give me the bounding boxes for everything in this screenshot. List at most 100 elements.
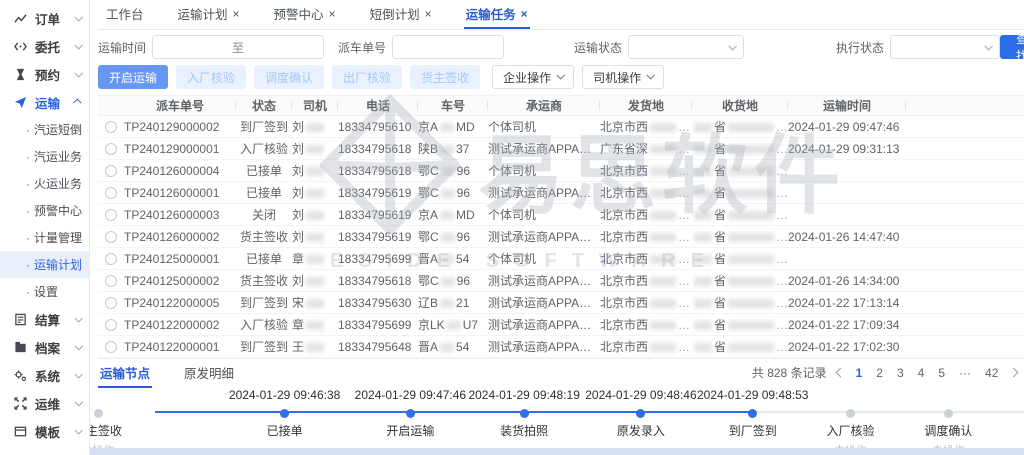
cell-origin: 北京市西	[600, 228, 692, 245]
page-number[interactable]: ···	[957, 366, 973, 380]
sidebar-item-orders[interactable]: 订单	[0, 4, 89, 32]
page-tab[interactable]: 运输任务 ×	[464, 0, 530, 29]
timeline-step: 出厂核验 未操作	[976, 388, 1024, 455]
row-radio[interactable]	[105, 209, 117, 221]
page-tab[interactable]: 短倒计划 ×	[368, 0, 434, 29]
sidebar-sub-item[interactable]: · 火运业务	[0, 170, 89, 197]
transport-status-select[interactable]	[628, 35, 744, 59]
sidebar-item-delegation[interactable]: 委托	[0, 32, 89, 60]
col-dispatch-no: 派车单号	[124, 97, 236, 114]
redacted-text	[650, 343, 676, 352]
sidebar-sub-item[interactable]: · 计量管理	[0, 224, 89, 251]
bullet-icon: ·	[26, 123, 30, 137]
redacted-text	[441, 233, 455, 242]
page-number[interactable]: 4	[916, 366, 927, 380]
sidebar-sub-item[interactable]: · 汽运业务	[0, 143, 89, 170]
sidebar-item-archives[interactable]: 档案	[0, 333, 89, 361]
bottom-tabs: 运输节点 原发明细	[98, 358, 266, 388]
redacted-text	[306, 167, 324, 176]
sidebar-item-system[interactable]: 系统	[0, 361, 89, 389]
chevron-down-icon	[74, 370, 82, 378]
step-dot	[280, 409, 289, 418]
sidebar-sub-item-label: 汽运业务	[34, 148, 82, 165]
close-icon[interactable]: ×	[425, 7, 432, 21]
tab-label: 运输任务	[466, 4, 516, 23]
app-root: 订单 委托 预约 运输 · 汽运短倒	[0, 0, 1024, 455]
light-action-button[interactable]: 入厂核验	[176, 65, 246, 89]
chevron-down-icon	[74, 41, 82, 49]
page-tab[interactable]: 运输计划 ×	[176, 0, 242, 29]
close-icon[interactable]: ×	[521, 7, 528, 21]
sidebar-item-reservation[interactable]: 预约	[0, 60, 89, 88]
light-action-button[interactable]: 货主签收	[410, 65, 480, 89]
dispatch-no-input[interactable]	[392, 35, 504, 59]
page-number[interactable]: 5	[936, 366, 947, 380]
redacted-text	[306, 123, 324, 132]
sidebar: 订单 委托 预约 运输 · 汽运短倒	[0, 0, 90, 455]
page-number[interactable]: 42	[983, 366, 1000, 380]
light-action-button[interactable]: 出厂核验	[332, 65, 402, 89]
prev-page-icon[interactable]	[835, 368, 845, 378]
start-transport-button[interactable]: 开启运输	[98, 65, 168, 89]
cell-origin: 北京市西	[600, 250, 692, 267]
row-radio[interactable]	[105, 165, 117, 177]
row-radio[interactable]	[105, 143, 117, 155]
redacted-text	[440, 123, 454, 132]
sidebar-item-label: 运维	[35, 394, 75, 413]
redacted-text	[728, 255, 774, 264]
light-action-button[interactable]: 调度确认	[254, 65, 324, 89]
cell-transport-time: 2024-01-22 17:09:34	[788, 318, 906, 332]
total-records: 共 828 条记录	[752, 364, 827, 381]
sidebar-item-transport[interactable]: 运输	[0, 88, 89, 116]
gears-icon	[13, 368, 27, 382]
col-driver: 司机	[292, 97, 338, 114]
bottom-tab[interactable]: 运输节点	[98, 358, 152, 388]
sidebar-item-settlement[interactable]: 结算	[0, 305, 89, 333]
cell-truck-no: 陕B37	[418, 140, 488, 157]
row-radio[interactable]	[105, 275, 117, 287]
exec-status-select[interactable]	[890, 35, 1000, 59]
sidebar-sub-item[interactable]: · 设置	[0, 278, 89, 305]
sidebar-sub-item[interactable]: · 运输计划	[0, 251, 89, 278]
row-radio[interactable]	[105, 341, 117, 353]
next-page-icon[interactable]	[1009, 368, 1019, 378]
row-radio[interactable]	[105, 297, 117, 309]
find-button[interactable]: 查找	[1000, 35, 1024, 59]
row-radio[interactable]	[105, 319, 117, 331]
cell-phone: 18334795699	[338, 252, 418, 266]
cell-destination: 省	[692, 184, 788, 201]
page-number[interactable]: 1	[854, 366, 865, 380]
sidebar-sub-item[interactable]: · 汽运短倒	[0, 116, 89, 143]
row-radio[interactable]	[105, 231, 117, 243]
calculator-icon	[13, 312, 27, 326]
cell-status: 货主签收	[236, 228, 292, 245]
page-number[interactable]: 2	[874, 366, 885, 380]
transport-time-range-input[interactable]: 至	[152, 35, 324, 59]
page-tab[interactable]: 工作台 ×	[104, 0, 146, 29]
row-radio[interactable]	[105, 253, 117, 265]
redacted-text	[694, 167, 712, 176]
sidebar-sub-item[interactable]: · 预警中心	[0, 197, 89, 224]
footer-bar: 运输节点 原发明细 共 828 条记录 1 2 3 4	[98, 358, 1024, 386]
page-number[interactable]: 3	[895, 366, 906, 380]
sidebar-transport-submenu: · 汽运短倒 · 汽运业务 · 火运业务 · 预警中心	[0, 116, 89, 305]
sidebar-item-operations[interactable]: 运维	[0, 389, 89, 417]
table-header-row: 派车单号 状态 司机 电话 车号 承运商 发货地 收货地 运输时间 操作	[98, 95, 1024, 116]
table-row: TP240126000001 已接单 刘 18334795619 鄂C96 测试…	[98, 182, 1024, 204]
row-radio[interactable]	[105, 187, 117, 199]
cell-transport-time: 2024-01-29 09:47:46	[788, 120, 906, 134]
row-radio[interactable]	[105, 121, 117, 133]
page-tab[interactable]: 预警中心 ×	[272, 0, 338, 29]
cell-status: 到厂签到	[236, 294, 292, 311]
cell-origin: 北京市西	[600, 184, 692, 201]
cell-truck-no: 京AMD	[418, 206, 488, 223]
dropdown-action-button[interactable]: 企业操作	[492, 65, 574, 89]
close-icon[interactable]: ×	[329, 7, 336, 21]
bullet-icon: ·	[26, 285, 30, 299]
bottom-tab[interactable]: 原发明细	[182, 358, 236, 388]
close-icon[interactable]: ×	[233, 7, 240, 21]
sidebar-item-templates[interactable]: 模板	[0, 417, 89, 445]
dropdown-action-button[interactable]: 司机操作	[582, 65, 664, 89]
redacted-text	[441, 189, 455, 198]
horizontal-scrollbar[interactable]	[90, 448, 1024, 455]
